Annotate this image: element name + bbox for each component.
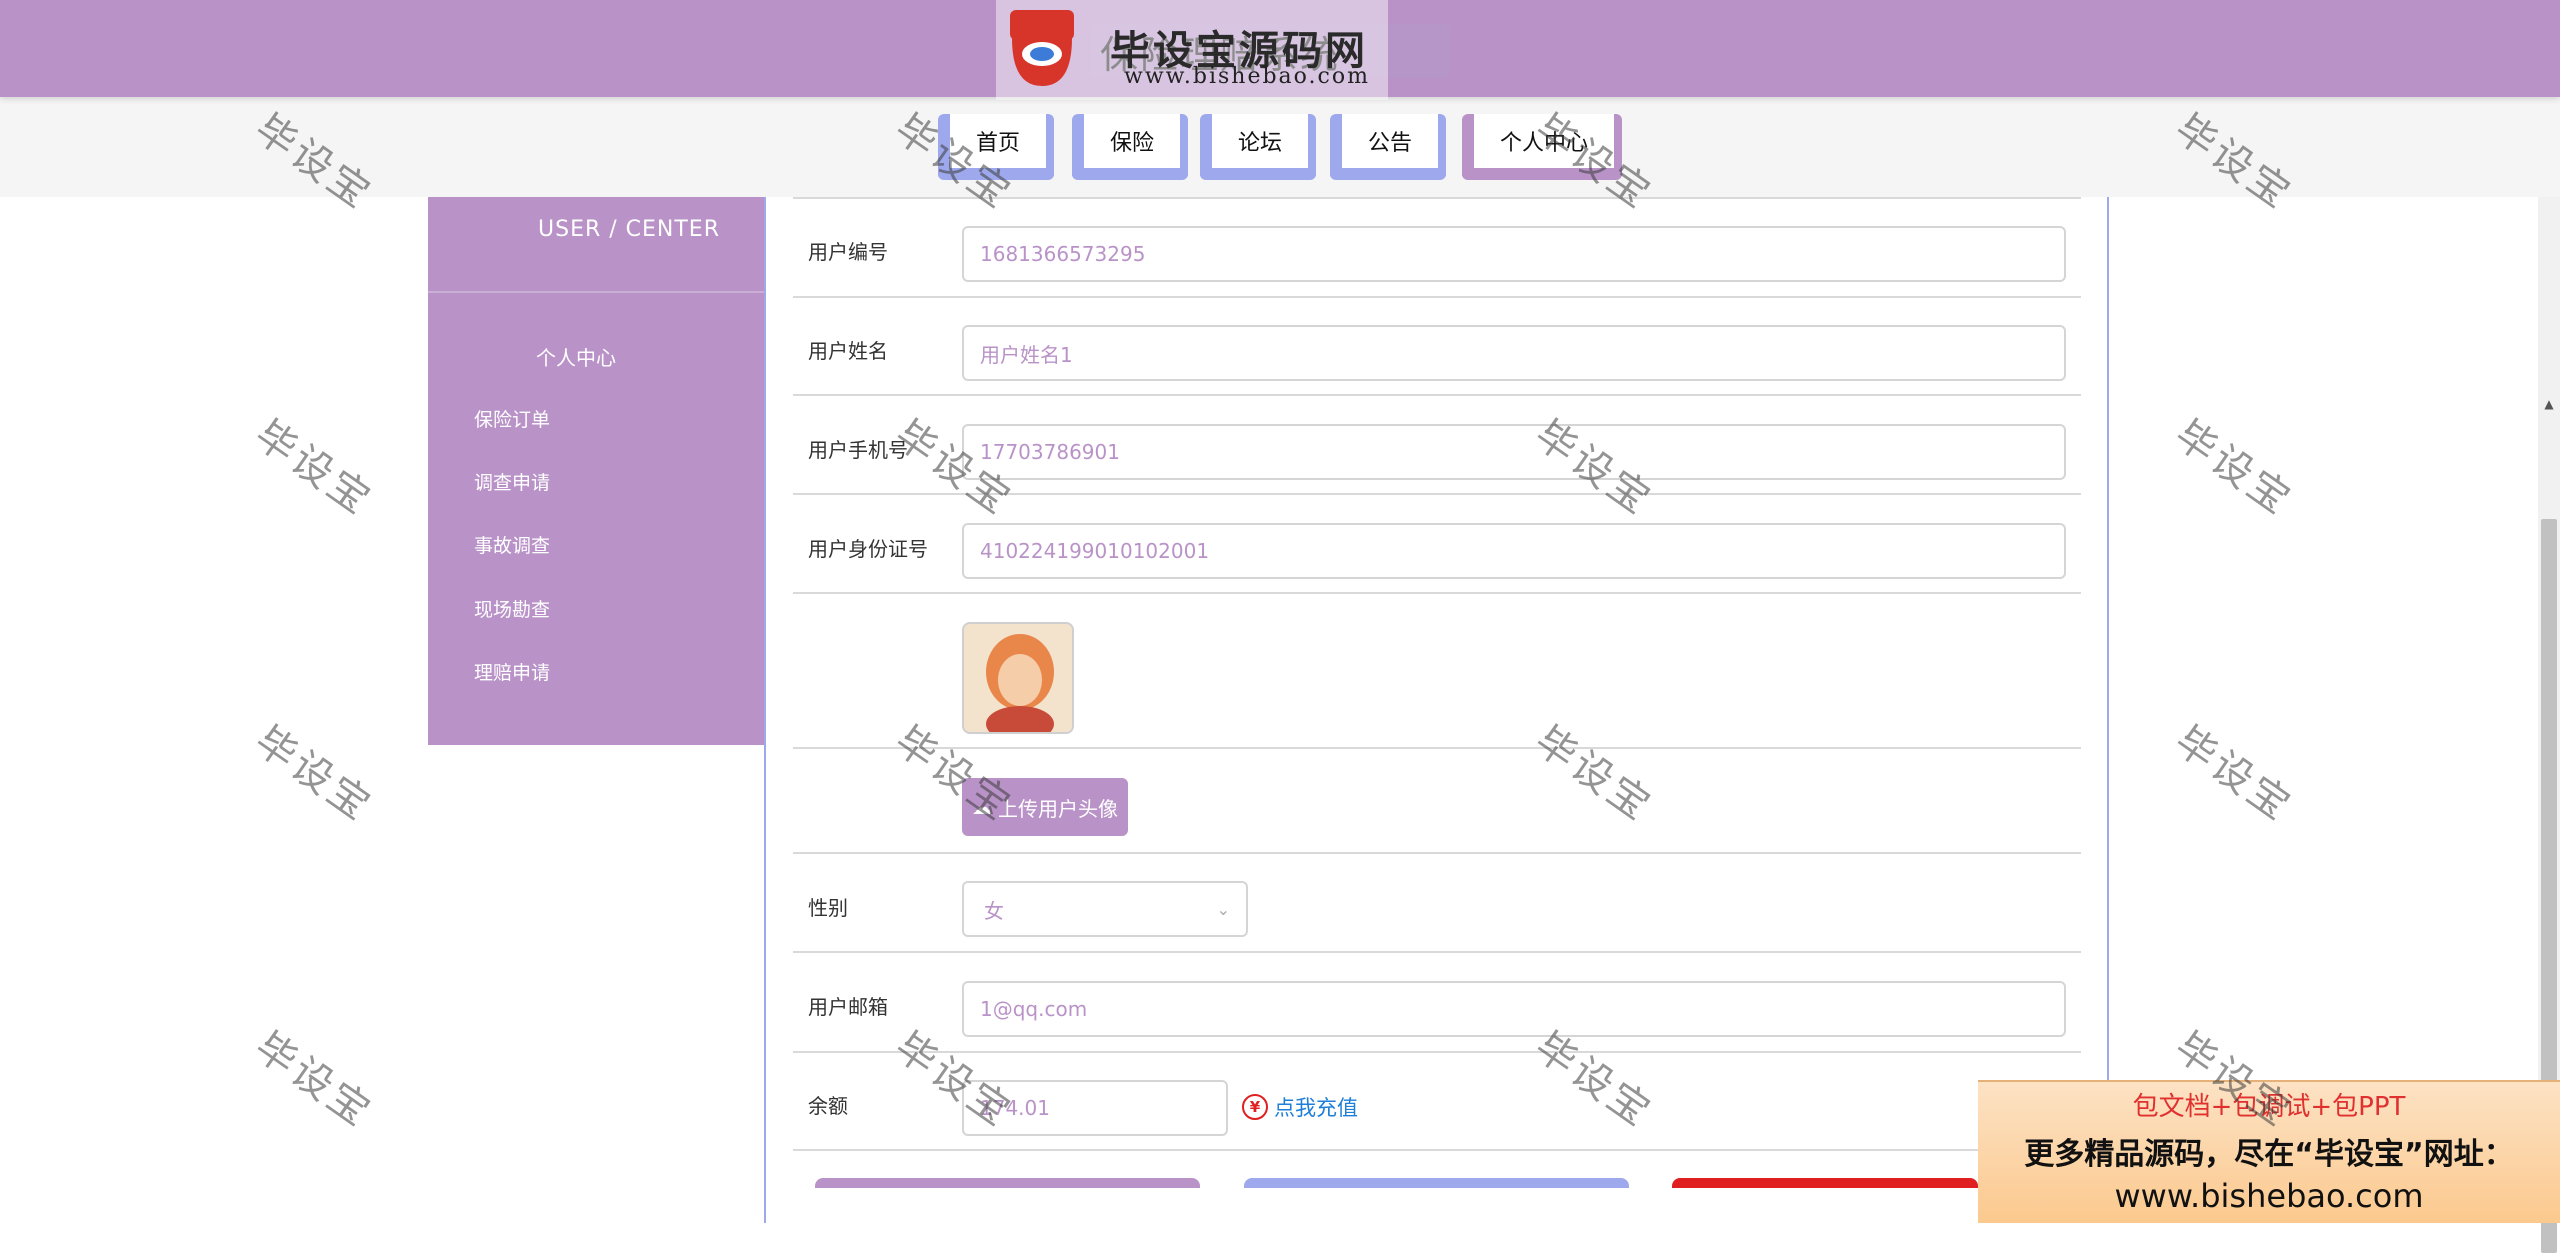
cloud-upload-icon: ☁ <box>972 795 992 819</box>
gender-label: 性别 <box>808 896 848 920</box>
promo-line-2: 更多精品源码，尽在“毕设宝”网址： <box>2024 1137 2514 1172</box>
row-divider <box>793 1149 2081 1151</box>
page-scrollbar[interactable]: ▲ <box>2538 197 2560 1253</box>
user-name-label: 用户姓名 <box>808 339 888 363</box>
watermark: 毕设宝 <box>2166 717 2301 831</box>
nav-forum[interactable]: 论坛 <box>1200 114 1316 180</box>
nav-home[interactable]: 首页 <box>938 114 1054 180</box>
sidebar-divider <box>428 291 764 293</box>
row-divider <box>793 296 2081 298</box>
nav-user-center-label: 个人中心 <box>1499 131 1588 156</box>
nav-user-center[interactable]: 个人中心 <box>1462 114 1622 180</box>
sidebar-title: USER / CENTER <box>538 217 720 242</box>
nav-notice[interactable]: 公告 <box>1330 114 1446 180</box>
row-divider <box>793 592 2081 594</box>
upload-avatar-label: 上传用户头像 <box>998 796 1118 821</box>
row-divider <box>793 951 2081 953</box>
user-avatar <box>962 622 1074 734</box>
delete-button[interactable] <box>1672 1178 1978 1188</box>
row-divider <box>793 394 2081 396</box>
chevron-down-icon: ⌄ <box>1216 899 1230 919</box>
row-divider <box>793 493 2081 495</box>
phone-label: 用户手机号 <box>808 438 908 462</box>
recharge-label: 点我充值 <box>1274 1096 1358 1120</box>
balance-input[interactable]: 174.01 <box>962 1080 1228 1136</box>
logo-badge-icon <box>1010 10 1074 86</box>
sidebar-item-site-inspection[interactable]: 现场勘查 <box>474 595 550 622</box>
promo-banner[interactable]: 包文档+包调试+包PPT 更多精品源码，尽在“毕设宝”网址： www.bishe… <box>1978 1080 2560 1223</box>
email-label: 用户邮箱 <box>808 995 888 1019</box>
yen-icon: ¥ <box>1242 1094 1268 1120</box>
phone-input[interactable]: 17703786901 <box>962 424 2066 480</box>
balance-label: 余额 <box>808 1094 848 1118</box>
email-input[interactable]: 1@qq.com <box>962 981 2066 1037</box>
scroll-up-icon[interactable]: ▲ <box>2542 397 2556 411</box>
upload-avatar-button[interactable]: ☁ 上传用户头像 <box>962 778 1128 836</box>
sidebar-item-claim-request[interactable]: 理赔申请 <box>474 658 550 685</box>
sidebar-item-survey-request[interactable]: 调查申请 <box>474 468 550 495</box>
logo-url: www.bishebao.com <box>1124 64 1370 89</box>
site-header: 保险理赔系统 毕设宝源码网 www.bishebao.com <box>0 0 2560 100</box>
sidebar: USER / CENTER 个人中心 保险订单 调查申请 事故调查 现场勘查 理… <box>428 197 764 745</box>
watermark: 毕设宝 <box>246 1023 381 1137</box>
promo-line-3: www.bishebao.com <box>2114 1177 2424 1215</box>
user-name-input[interactable]: 用户姓名1 <box>962 325 2066 381</box>
avatar-portrait-icon <box>964 624 1072 732</box>
watermark: 毕设宝 <box>246 717 381 831</box>
row-divider <box>793 747 2081 749</box>
user-no-input[interactable]: 1681366573295 <box>962 226 2066 282</box>
sidebar-item-accident-survey[interactable]: 事故调查 <box>474 531 550 558</box>
nav-home-label: 首页 <box>975 131 1020 156</box>
row-divider <box>793 197 2081 199</box>
logout-button[interactable] <box>1244 1178 1629 1188</box>
row-divider <box>793 1051 2081 1053</box>
nav-insurance-label: 保险 <box>1109 131 1154 156</box>
watermark: 毕设宝 <box>2166 411 2301 525</box>
id-card-label: 用户身份证号 <box>808 537 928 561</box>
sidebar-item-insurance-orders[interactable]: 保险订单 <box>474 405 550 432</box>
row-divider <box>793 852 2081 854</box>
sidebar-heading[interactable]: 个人中心 <box>536 342 616 371</box>
id-card-input[interactable]: 410224199010102001 <box>962 523 2066 579</box>
recharge-link[interactable]: ¥ 点我充值 <box>1242 1092 1358 1122</box>
gender-value: 女 <box>984 898 1004 923</box>
nav-notice-label: 公告 <box>1367 131 1412 156</box>
watermark: 毕设宝 <box>246 411 381 525</box>
gender-select[interactable]: 女 ⌄ <box>962 881 1248 937</box>
promo-line-1: 包文档+包调试+包PPT <box>2132 1092 2406 1122</box>
user-no-label: 用户编号 <box>808 240 888 264</box>
nav-insurance[interactable]: 保险 <box>1072 114 1188 180</box>
nav-forum-label: 论坛 <box>1237 131 1282 156</box>
update-button[interactable] <box>815 1178 1200 1188</box>
